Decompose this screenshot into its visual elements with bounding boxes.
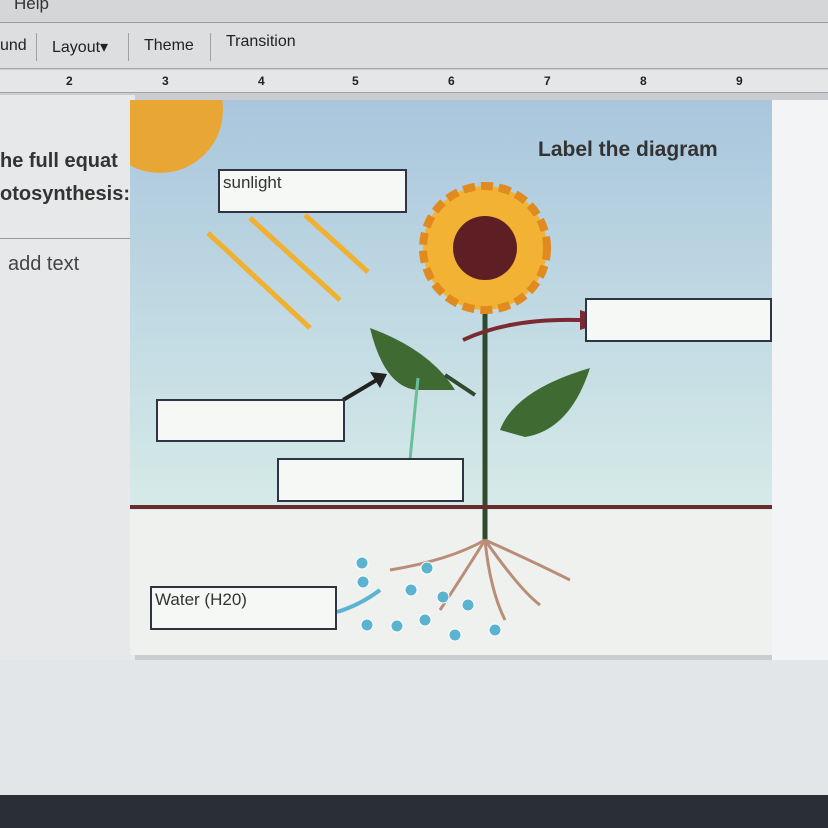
ruler-mark: 8 bbox=[640, 74, 647, 88]
question-text-line1: he full equat bbox=[0, 150, 118, 173]
ruler-mark: 4 bbox=[258, 74, 265, 88]
slide-title: Label the diagram bbox=[538, 138, 718, 162]
label-glucose[interactable] bbox=[277, 458, 464, 502]
background-button[interactable]: und bbox=[0, 37, 27, 55]
label-oxygen[interactable] bbox=[585, 298, 772, 342]
menu-bar: Help bbox=[0, 0, 828, 23]
ruler-mark: 6 bbox=[448, 74, 455, 88]
slide-margin bbox=[772, 100, 828, 660]
toolbar: und Layout▾ Theme Transition bbox=[0, 23, 828, 69]
dropdown-arrow-icon: ▾ bbox=[100, 39, 108, 56]
add-text-placeholder[interactable]: add text bbox=[8, 253, 79, 276]
layout-label: Layout bbox=[52, 39, 100, 56]
ruler[interactable]: 2 3 4 5 6 7 8 9 bbox=[0, 70, 828, 93]
notes-panel: he full equat otosynthesis: add text bbox=[0, 95, 135, 660]
theme-button[interactable]: Theme bbox=[144, 37, 194, 55]
ground-line bbox=[130, 505, 775, 509]
taskbar bbox=[0, 795, 828, 828]
transition-button[interactable]: Transition bbox=[226, 33, 296, 51]
divider bbox=[36, 33, 37, 61]
ruler-mark: 2 bbox=[66, 74, 73, 88]
ruler-mark: 7 bbox=[544, 74, 551, 88]
water-arrow bbox=[337, 590, 380, 612]
water-droplets bbox=[356, 557, 501, 641]
divider bbox=[128, 33, 129, 61]
divider bbox=[0, 238, 130, 239]
ruler-mark: 5 bbox=[352, 74, 359, 88]
sunflower-icon bbox=[423, 186, 547, 310]
editor-bottom-area bbox=[0, 660, 828, 795]
label-carbon-dioxide[interactable] bbox=[156, 399, 345, 442]
ruler-mark: 9 bbox=[736, 74, 743, 88]
roots bbox=[390, 540, 570, 620]
slide-canvas[interactable]: Label the diagram sunlight Water (H20) bbox=[130, 100, 775, 655]
label-sunlight[interactable]: sunlight bbox=[218, 169, 407, 213]
question-text-line2: otosynthesis: bbox=[0, 183, 130, 206]
ruler-mark: 3 bbox=[162, 74, 169, 88]
label-water[interactable]: Water (H20) bbox=[150, 586, 337, 630]
divider bbox=[210, 33, 211, 61]
menu-help[interactable]: Help bbox=[14, 0, 49, 14]
layout-button[interactable]: Layout▾ bbox=[52, 37, 108, 57]
